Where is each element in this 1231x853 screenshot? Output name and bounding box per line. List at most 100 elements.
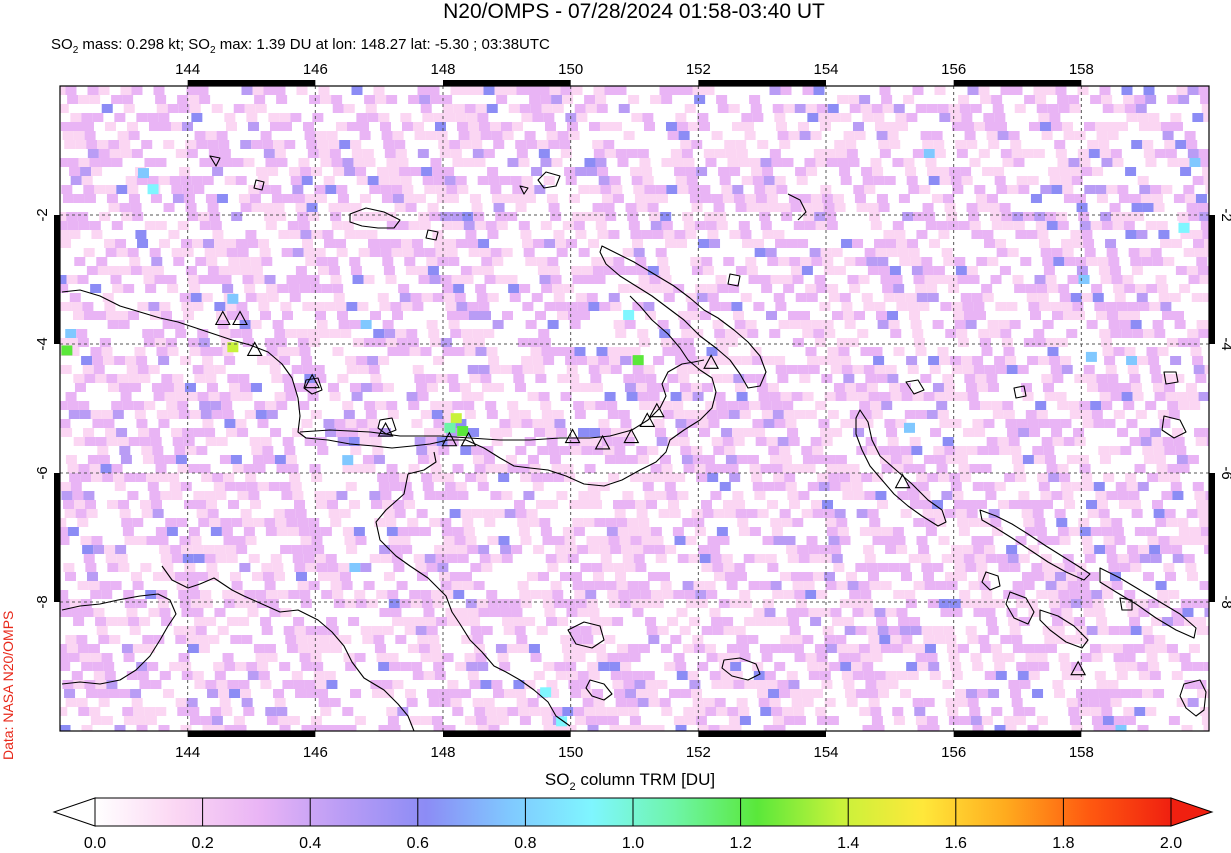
so2-pixel	[368, 239, 380, 248]
so2-pixel	[406, 329, 418, 338]
so2-pixel	[648, 635, 660, 644]
so2-pixel	[298, 401, 310, 410]
so2-pixel	[446, 248, 458, 257]
so2-pixel	[814, 212, 826, 221]
so2-pixel	[73, 374, 85, 383]
so2-pixel	[494, 86, 506, 95]
so2-pixel	[351, 392, 363, 401]
so2-pixel	[483, 329, 495, 338]
so2-pixel	[649, 212, 661, 221]
so2-pixel	[181, 302, 193, 311]
so2-pixel	[1033, 455, 1045, 464]
so2-pixel	[879, 149, 891, 158]
so2-pixel	[349, 500, 361, 509]
so2-pixel	[424, 491, 436, 500]
so2-pixel	[992, 653, 1004, 662]
so2-pixel	[694, 707, 706, 716]
so2-pixel	[297, 581, 309, 590]
so2-pixel	[532, 482, 544, 491]
so2-pixel	[324, 239, 336, 248]
so2-pixel	[304, 680, 316, 689]
so2-pixel	[282, 311, 293, 320]
so2-pixel	[725, 455, 737, 464]
so2-pixel	[485, 221, 497, 230]
so2-pixel	[1090, 401, 1102, 410]
so2-pixel	[630, 167, 642, 176]
so2-pixel	[793, 221, 805, 230]
so2-pixel	[925, 221, 937, 230]
so2-pixel	[243, 158, 255, 167]
so2-pixel	[681, 149, 693, 158]
so2-pixel	[954, 257, 966, 266]
so2-pixel	[802, 635, 814, 644]
so2-pixel	[1029, 428, 1041, 437]
so2-pixel	[90, 590, 102, 599]
so2-pixel	[823, 509, 835, 518]
so2-pixel	[89, 707, 101, 716]
so2-pixel	[123, 104, 135, 113]
so2-pixel	[1031, 500, 1043, 509]
map-subtitle: SO2 mass: 0.298 kt; SO2 max: 1.39 DU at …	[51, 36, 550, 56]
so2-pixel	[132, 581, 144, 590]
so2-pixel	[1129, 437, 1141, 446]
so2-pixel	[1054, 509, 1066, 518]
so2-pixel	[1105, 302, 1117, 311]
so2-pixel	[794, 716, 806, 725]
so2-pixel	[436, 194, 448, 203]
so2-pixel	[842, 491, 854, 500]
so2-pixel	[254, 464, 266, 473]
so2-pixel	[870, 401, 882, 410]
so2-pixel	[1158, 473, 1170, 482]
so2-pixel	[416, 509, 428, 518]
so2-pixel	[74, 500, 86, 509]
so2-pixel	[502, 131, 514, 140]
so2-pixel	[324, 302, 336, 311]
so2-pixel	[768, 689, 780, 698]
so2-pixel	[214, 302, 226, 311]
so2-pixel	[908, 185, 920, 194]
so2-pixel	[677, 428, 689, 437]
so2-pixel	[832, 194, 844, 203]
so2-pixel	[499, 419, 511, 428]
so2-pixel	[891, 644, 903, 653]
so2-pixel	[934, 635, 946, 644]
so2-pixel	[1165, 392, 1177, 401]
so2-pixel	[1197, 203, 1209, 212]
so2-pixel	[744, 680, 756, 689]
so2-pixel	[805, 347, 817, 356]
so2-pixel	[946, 581, 958, 590]
so2-pixel	[1105, 365, 1117, 374]
so2-pixel	[811, 257, 823, 266]
so2-pixel	[355, 536, 367, 545]
so2-pixel	[1123, 707, 1135, 716]
so2-pixel	[61, 185, 73, 194]
so2-pixel	[1097, 383, 1109, 392]
so2-pixel	[369, 491, 381, 500]
so2-pixel	[337, 437, 349, 446]
so2-pixel	[93, 545, 105, 554]
so2-pixel	[782, 401, 794, 410]
so2-pixel	[973, 545, 985, 554]
so2-pixel	[555, 545, 567, 554]
so2-pixel	[455, 176, 467, 185]
so2-pixel	[495, 644, 507, 653]
so2-pixel	[515, 509, 527, 518]
so2-pixel	[844, 257, 856, 266]
so2-pixel	[794, 410, 806, 419]
so2-pixel	[1135, 284, 1147, 293]
so2-pixel	[1059, 536, 1071, 545]
so2-pixel	[1121, 329, 1133, 338]
so2-pixel	[994, 482, 1006, 491]
so2-pixel	[109, 149, 121, 158]
so2-pixel	[226, 248, 238, 257]
so2-pixel	[537, 266, 549, 275]
so2-pixel	[994, 113, 1006, 122]
so2-pixel	[873, 356, 885, 365]
so2-pixel	[492, 320, 504, 329]
so2-pixel	[571, 86, 583, 95]
so2-pixel	[606, 527, 618, 536]
so2-pixel	[950, 356, 962, 365]
so2-pixel	[400, 113, 412, 122]
so2-pixel	[1086, 626, 1098, 635]
so2-pixel	[540, 707, 552, 716]
